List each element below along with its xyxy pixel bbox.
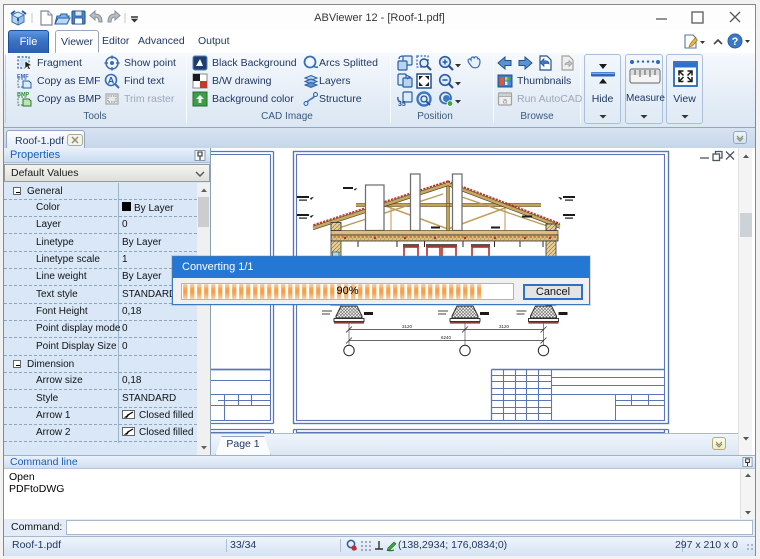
- svg-text:3120: 3120: [499, 324, 510, 329]
- svg-text:35: 35: [398, 101, 406, 107]
- svg-text:?: ?: [732, 36, 739, 48]
- svg-text:3120: 3120: [402, 324, 413, 329]
- svg-text:A: A: [108, 76, 115, 86]
- svg-text:6240: 6240: [441, 335, 452, 340]
- svg-text:a: a: [503, 97, 508, 106]
